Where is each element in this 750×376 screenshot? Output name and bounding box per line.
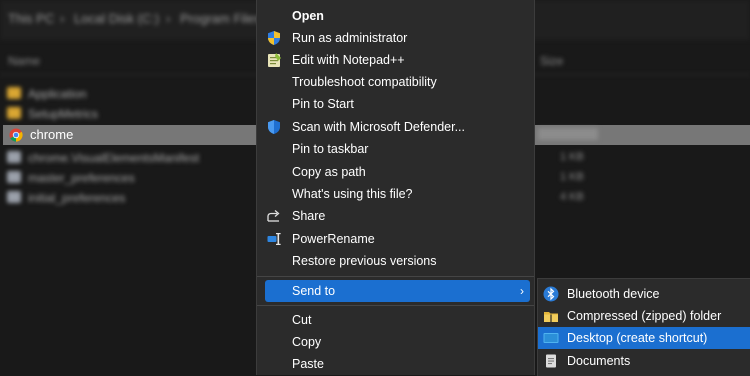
menu-separator (257, 276, 534, 277)
submenu-item-compressed-folder[interactable]: Compressed (zipped) folder (538, 305, 750, 327)
file-name: master_preferences (28, 171, 135, 185)
file-name: chrome.VisualElementsManifest (28, 151, 200, 165)
menu-item-open[interactable]: Open (257, 5, 534, 27)
breadcrumb-item[interactable]: Program Files (180, 11, 261, 26)
menu-item-run-as-administrator[interactable]: Run as administrator (257, 27, 534, 49)
file-size: 4 KB (560, 191, 584, 203)
uac-shield-icon (268, 31, 280, 45)
submenu-item-bluetooth-device[interactable]: Bluetooth device (538, 283, 750, 305)
menu-item-label: Copy as path (292, 165, 366, 179)
menu-separator (257, 305, 534, 306)
submenu-item-label: Bluetooth device (567, 287, 660, 301)
folder-icon (7, 107, 21, 119)
menu-item-label: Share (292, 209, 326, 223)
menu-item-pin-to-start[interactable]: Pin to Start (257, 93, 534, 115)
menu-item-share[interactable]: Share (257, 205, 534, 227)
menu-item-powerrename[interactable]: PowerRename (257, 228, 534, 250)
context-menu: Open Run as administrator Edit with Note… (256, 0, 535, 375)
desktop-icon (543, 333, 559, 343)
bluetooth-icon (543, 286, 559, 302)
menu-item-label: PowerRename (292, 232, 375, 246)
menu-item-pin-to-taskbar[interactable]: Pin to taskbar (257, 138, 534, 160)
submenu-item-desktop-create-shortcut[interactable]: Desktop (create shortcut) (538, 327, 750, 349)
menu-item-label: Open (292, 9, 324, 23)
folder-icon (7, 87, 21, 99)
chrome-icon (9, 128, 23, 142)
submenu-item-label: Desktop (create shortcut) (567, 331, 708, 345)
file-name: Application (28, 87, 87, 101)
documents-icon (546, 354, 556, 368)
file-size: 1 KB (560, 171, 584, 183)
chevron-right-icon: › (520, 284, 524, 298)
file-size: 1 KB (560, 151, 584, 163)
menu-item-label: Pin to taskbar (292, 142, 369, 156)
menu-item-edit-with-notepad-plus-plus[interactable]: Edit with Notepad++ (257, 49, 534, 71)
menu-item-label: Edit with Notepad++ (292, 53, 405, 67)
menu-item-label: Cut (292, 313, 312, 327)
menu-item-copy[interactable]: Copy (257, 331, 534, 353)
send-to-submenu: Bluetooth device Compressed (zipped) fol… (537, 278, 750, 376)
file-row-chrome[interactable]: chrome (3, 125, 258, 145)
menu-item-label: Paste (292, 357, 324, 371)
powerrename-icon (267, 233, 281, 245)
file-icon (7, 151, 21, 163)
file-name: chrome (30, 127, 74, 142)
zip-folder-icon (544, 312, 558, 322)
defender-shield-icon (268, 120, 280, 134)
submenu-item-documents[interactable]: Documents (538, 350, 750, 372)
submenu-item-label: Compressed (zipped) folder (567, 309, 722, 323)
chevron-right-icon: › (166, 11, 171, 26)
menu-item-label: Scan with Microsoft Defender... (292, 120, 465, 134)
share-icon (267, 210, 280, 222)
column-header-size[interactable]: Size (540, 54, 563, 68)
selected-row-detail (538, 128, 598, 140)
menu-item-label: Send to (292, 284, 336, 298)
file-name: initial_preferences (28, 191, 126, 205)
breadcrumb-item[interactable]: Local Disk (C:) (74, 11, 159, 26)
file-icon (7, 191, 21, 203)
file-icon (7, 171, 21, 183)
menu-item-scan-with-defender[interactable]: Scan with Microsoft Defender... (257, 116, 534, 138)
breadcrumb-item[interactable]: This PC (8, 11, 54, 26)
menu-item-cut[interactable]: Cut (257, 309, 534, 331)
menu-item-whats-using-this-file[interactable]: What's using this file? (257, 183, 534, 205)
menu-item-label: Troubleshoot compatibility (292, 75, 437, 89)
submenu-item-label: Documents (567, 354, 631, 368)
menu-item-troubleshoot-compatibility[interactable]: Troubleshoot compatibility (257, 71, 534, 93)
menu-item-restore-previous-versions[interactable]: Restore previous versions (257, 250, 534, 272)
column-header-name[interactable]: Name (8, 54, 40, 68)
menu-item-send-to[interactable]: Send to › (265, 280, 530, 302)
file-name: SetupMetrics (28, 107, 99, 121)
menu-item-label: Copy (292, 335, 322, 349)
menu-item-label: Run as administrator (292, 31, 408, 45)
menu-item-label: Restore previous versions (292, 254, 437, 268)
menu-item-copy-as-path[interactable]: Copy as path (257, 161, 534, 183)
notepad-plus-plus-icon (268, 53, 281, 67)
menu-item-label: What's using this file? (292, 187, 413, 201)
menu-item-paste[interactable]: Paste (257, 353, 534, 375)
chevron-right-icon: › (60, 11, 65, 26)
menu-item-label: Pin to Start (292, 97, 354, 111)
